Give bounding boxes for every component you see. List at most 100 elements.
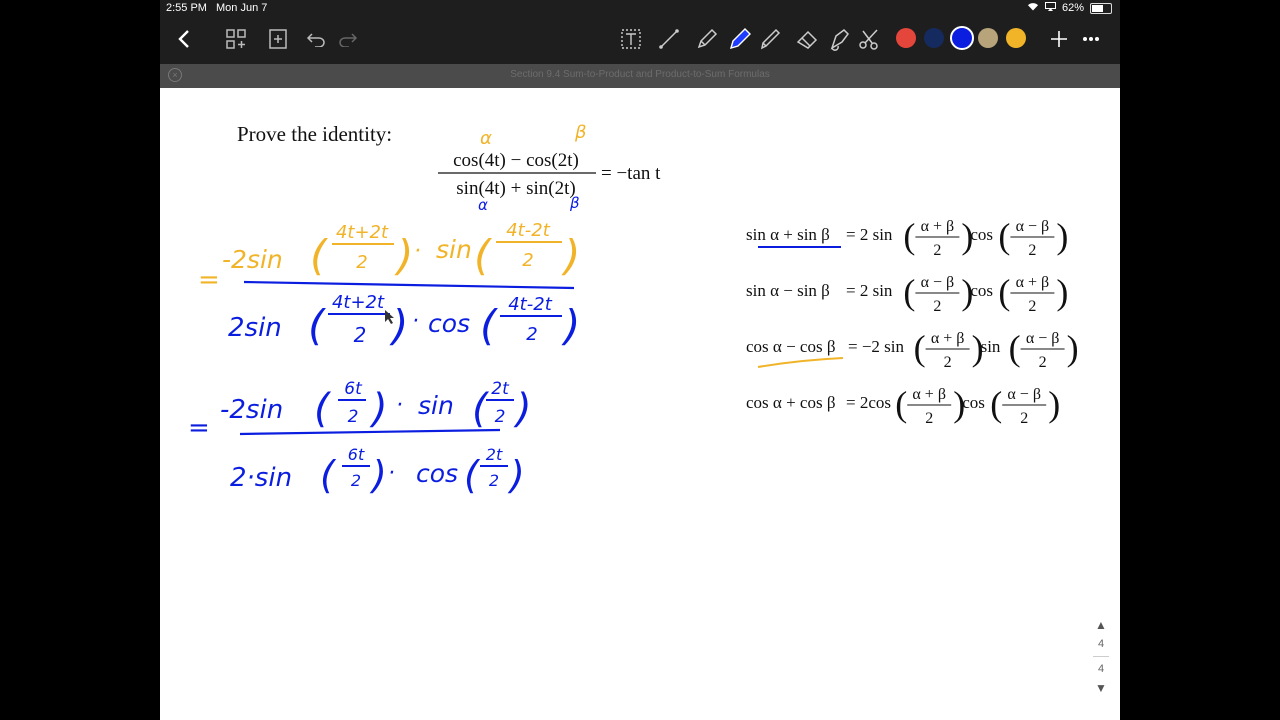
paren: ) — [369, 453, 387, 497]
formula-paren: ) — [1056, 216, 1068, 256]
status-time: 2:55 PM — [166, 2, 207, 14]
formula-lhs: sin α + sin β — [746, 225, 830, 244]
battery-icon — [1090, 2, 1112, 14]
step2-den-arg1: 6t — [348, 445, 365, 464]
thumbnails-icon[interactable] — [224, 24, 248, 54]
color-swatch-yellow[interactable] — [1006, 28, 1026, 48]
pen-icon[interactable] — [726, 24, 754, 54]
step1-num-arg2: 4t-2t — [506, 220, 550, 241]
step2-den-fn2: cos — [416, 459, 458, 488]
step2-num-arg1-den: 2 — [348, 407, 359, 427]
identity-numerator: cos(4t) − cos(2t) — [453, 150, 579, 171]
paren: ( — [464, 453, 481, 497]
paren: ) — [369, 386, 388, 432]
paren: ) — [561, 301, 580, 350]
pager-divider — [1093, 656, 1109, 657]
formula-arg1-num: α + β — [921, 218, 955, 235]
more-icon[interactable] — [1080, 24, 1102, 54]
formula-arg2-den: 2 — [1020, 410, 1028, 427]
text-tool-icon[interactable] — [618, 24, 644, 54]
dot: · — [412, 309, 419, 334]
lasso-icon[interactable] — [826, 24, 852, 54]
color-swatch-blue[interactable] — [950, 26, 974, 50]
formula-paren: ( — [903, 272, 915, 312]
step2-den-arg2-den: 2 — [489, 471, 499, 490]
formula-lhs: sin α − sin β — [746, 281, 830, 300]
scissors-icon[interactable] — [856, 24, 882, 54]
add-page-icon[interactable] — [266, 24, 290, 54]
color-swatch-red[interactable] — [896, 28, 916, 48]
page-down-icon[interactable]: ▼ — [1095, 681, 1107, 695]
step1-fraction-bar — [243, 280, 575, 290]
step2-den-coef: 2·sin — [230, 463, 292, 493]
paren: ( — [474, 231, 492, 280]
beta-label-bottom: β — [569, 194, 580, 212]
formula-paren: ( — [998, 272, 1010, 312]
identity-rhs: = −tan t — [601, 163, 661, 184]
dot: · — [414, 239, 421, 264]
step1-num-arg2-den: 2 — [522, 250, 533, 271]
formula-paren: ( — [903, 216, 915, 256]
highlighter-icon[interactable] — [758, 24, 784, 54]
paren: ( — [308, 301, 326, 350]
eraser-icon[interactable] — [794, 24, 820, 54]
dot: · — [388, 461, 395, 486]
step1-den-arg2: 4t-2t — [508, 294, 552, 315]
current-page: 4 — [1097, 638, 1105, 650]
page-pager: ▲ 4 4 ▼ — [1090, 618, 1112, 695]
paren: ) — [394, 231, 413, 280]
back-icon[interactable] — [174, 24, 194, 54]
page-up-icon[interactable]: ▲ — [1095, 618, 1107, 632]
formula-arg1-den: 2 — [944, 354, 952, 371]
formula-paren: ) — [1067, 328, 1079, 368]
formula-paren: ( — [1009, 328, 1021, 368]
formula-coef: = 2 sin — [846, 281, 893, 300]
screen-mirror-icon — [1044, 2, 1056, 14]
wifi-icon — [1027, 2, 1039, 14]
formula-arg2-num: α − β — [1026, 330, 1060, 347]
document-page[interactable]: Prove the identity: cos(4t) − cos(2t) si… — [160, 88, 1120, 720]
step2-equals: = — [188, 413, 210, 443]
total-pages: 4 — [1097, 663, 1105, 675]
status-bar: 2:55 PM Mon Jun 7 62% — [160, 0, 1120, 18]
formula-arg1-den: 2 — [925, 410, 933, 427]
formula-fn2: sin — [981, 337, 1001, 356]
pencil-icon[interactable] — [694, 24, 720, 54]
formula-coef: = 2cos — [846, 393, 891, 412]
formula-paren: ) — [1048, 384, 1060, 424]
step2: = -2sin ( 6t 2 ) · sin ( 2t 2 ) 2·sin ( … — [188, 379, 532, 497]
color-swatch-tan[interactable] — [978, 28, 998, 48]
step1-num-arg1: 4t+2t — [336, 222, 389, 243]
battery-percent: 62% — [1061, 2, 1084, 14]
formula-lhs: cos α + cos β — [746, 393, 835, 412]
alpha-label-bottom: α — [478, 196, 488, 214]
formula-paren: ( — [990, 384, 1002, 424]
undo-icon[interactable] — [304, 24, 328, 54]
formula-paren: ( — [998, 216, 1010, 256]
step1-den-arg1-den: 2 — [354, 323, 367, 347]
underline-diff-cos — [757, 357, 844, 368]
paren: ( — [314, 386, 332, 432]
formula-arg2-num: α − β — [1016, 218, 1050, 235]
formula-fn2: cos — [962, 393, 985, 412]
step2-num-arg2-den: 2 — [495, 407, 506, 427]
redo-icon[interactable] — [336, 24, 360, 54]
step2-num-arg2: 2t — [491, 379, 510, 399]
document-title: Section 9.4 Sum-to-Product and Product-t… — [510, 69, 770, 80]
line-tool-icon[interactable] — [656, 24, 682, 54]
identity-denominator: sin(4t) + sin(2t) — [456, 178, 575, 199]
status-right: 62% — [1027, 2, 1112, 14]
paren: ) — [513, 386, 532, 432]
paren: ( — [310, 231, 328, 280]
page-canvas: cos(4t) − cos(2t) sin(4t) + sin(2t) = −t… — [188, 122, 1079, 497]
add-icon[interactable] — [1048, 24, 1070, 54]
formula-arg2-den: 2 — [1028, 242, 1036, 259]
formula-arg2-den: 2 — [1028, 298, 1036, 315]
step1-num-fn2: sin — [436, 235, 472, 264]
document-title-bar: × Section 9.4 Sum-to-Product and Product… — [160, 64, 1120, 88]
status-date: Mon Jun 7 — [216, 2, 268, 14]
color-swatch-navy[interactable] — [924, 28, 944, 48]
paren: ( — [480, 301, 498, 350]
formula-paren: ( — [895, 384, 907, 424]
paren: ( — [472, 386, 490, 432]
